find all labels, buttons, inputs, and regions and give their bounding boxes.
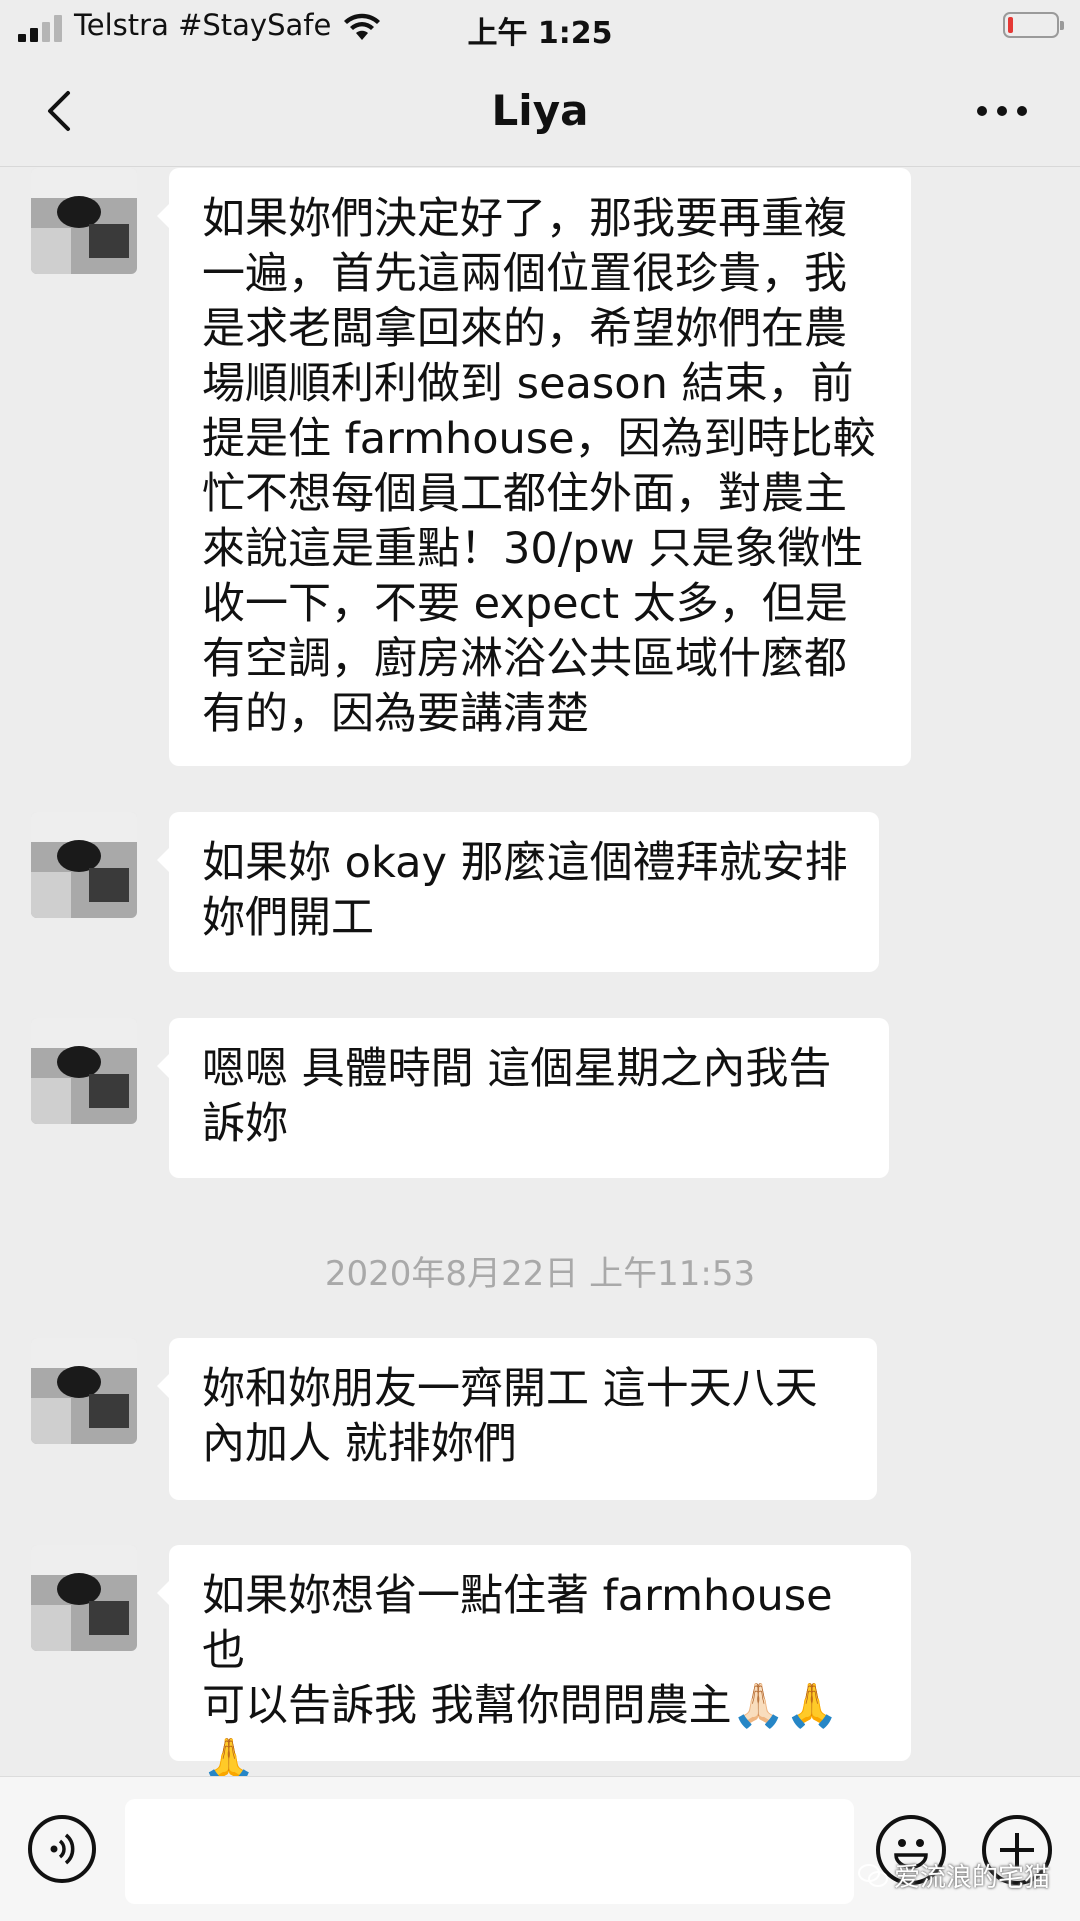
message-bubble[interactable]: 如果妳想省一點住著 farmhouse 也 可以告訴我 我幫你問問農主🙏🏻🙏 🙏 (157, 1545, 911, 1786)
wechat-icon (857, 1863, 888, 1887)
message-input[interactable] (125, 1799, 854, 1904)
battery-level (1008, 17, 1013, 33)
avatar-image (31, 812, 137, 918)
nav-bar: Liya (0, 56, 1080, 167)
avatar-image (31, 168, 137, 274)
message-bubble[interactable]: 妳和妳朋友一齊開工 這十天八天 內加人 就排妳們 (157, 1338, 877, 1500)
avatar-image (31, 1018, 137, 1124)
watermark: 爱流浪的宅猫 (857, 1857, 1050, 1894)
battery-icon (1003, 12, 1064, 38)
input-bar: 爱流浪的宅猫 (0, 1776, 1080, 1921)
avatar-image (31, 1338, 137, 1444)
voice-button[interactable] (28, 1815, 96, 1883)
avatar[interactable] (31, 812, 137, 918)
status-bar: Telstra #StaySafe 上午 1:25 (0, 0, 1080, 56)
message-bubble[interactable]: 嗯嗯 具體時間 這個星期之內我告 訴妳 (157, 1018, 889, 1178)
more-dots-icon[interactable] (976, 104, 1028, 118)
chat-title: Liya (491, 86, 589, 135)
avatar[interactable] (31, 1545, 137, 1651)
watermark-text: 爱流浪的宅猫 (893, 1863, 1050, 1893)
message-bubble[interactable]: 如果妳 okay 那麼這個禮拜就安排 妳們開工 (157, 812, 879, 972)
chat-timestamp: 2020年8月22日 上午11:53 (324, 1254, 756, 1294)
status-time: 上午 1:25 (467, 16, 613, 51)
avatar[interactable] (31, 1338, 137, 1444)
avatar-image (31, 1545, 137, 1651)
voice-icon (50, 1833, 75, 1865)
message-bubble[interactable]: 如果妳們決定好了，那我要再重複 一遍，首先這兩個位置很珍貴，我 是求老闆拿回來的… (157, 168, 911, 766)
avatar[interactable] (31, 1018, 137, 1124)
avatar[interactable] (31, 168, 137, 274)
